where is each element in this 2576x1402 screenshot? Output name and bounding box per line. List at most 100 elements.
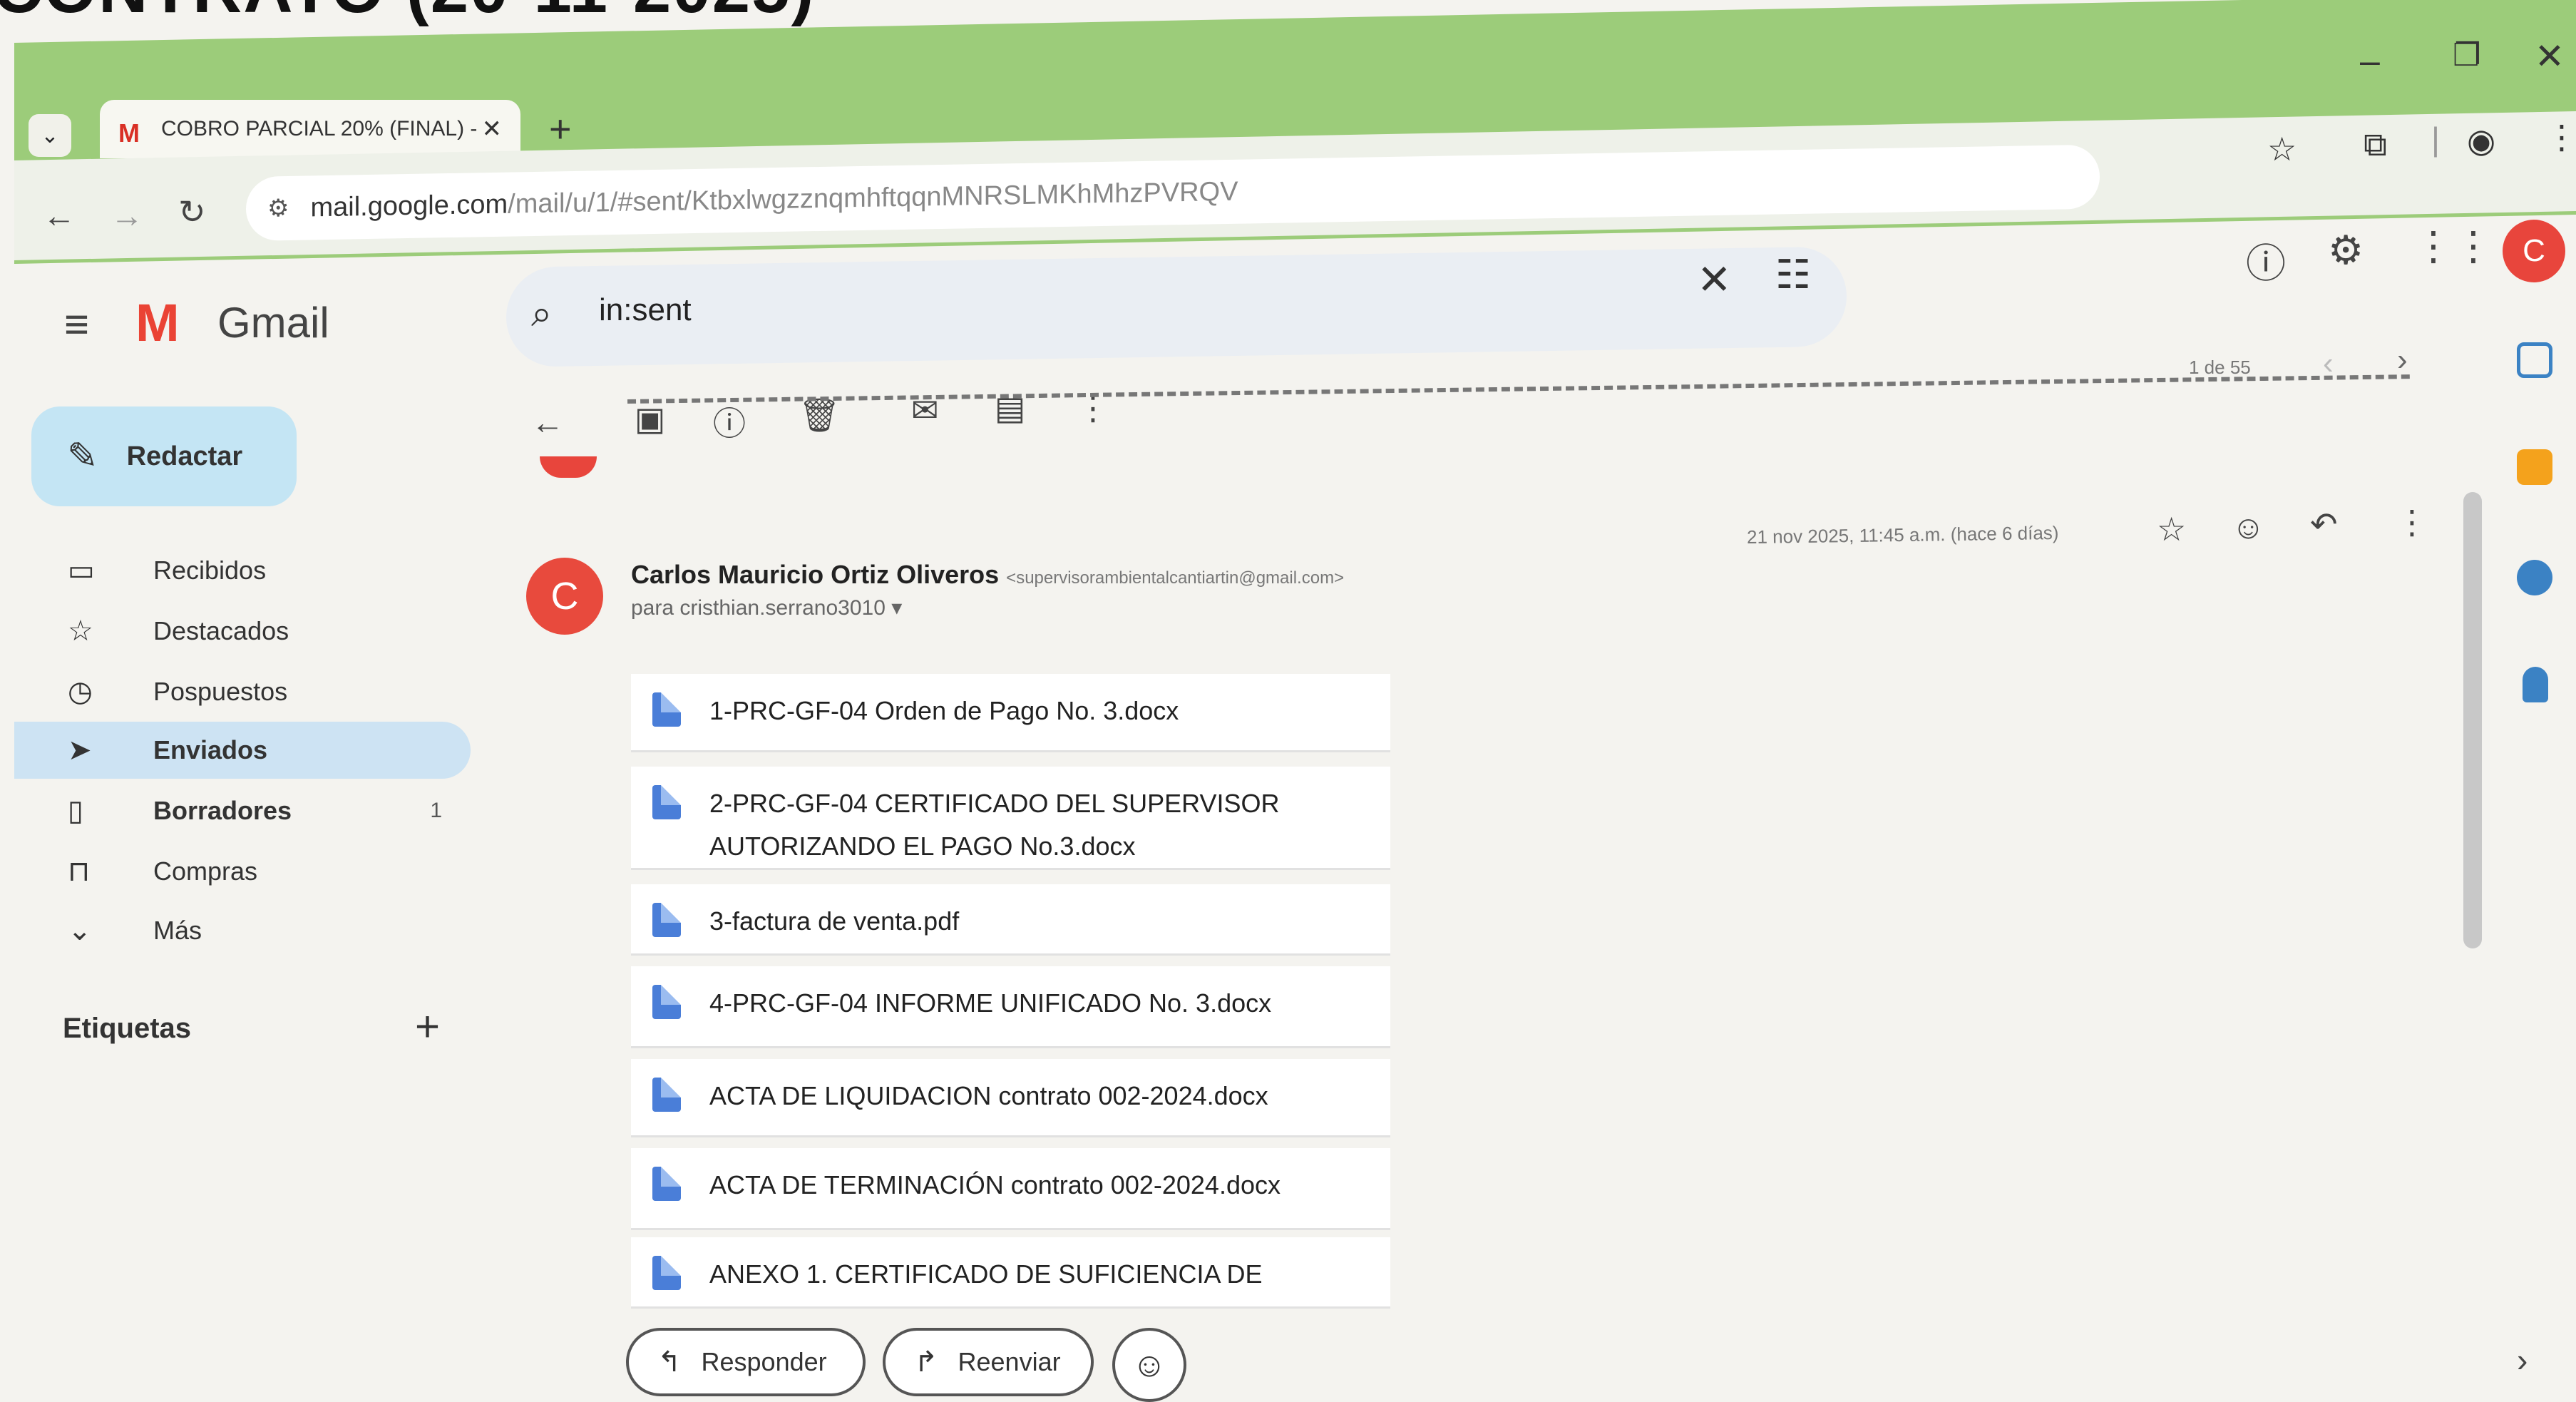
search-input[interactable]: in:sent — [599, 292, 692, 328]
forward-icon: ↱ — [914, 1346, 938, 1378]
close-window-button[interactable]: ✕ — [2535, 36, 2565, 77]
reply-icon[interactable]: ↶ — [2310, 505, 2338, 543]
search-bar[interactable] — [506, 246, 1847, 367]
expand-panel-icon[interactable]: › — [2517, 1341, 2528, 1379]
keep-icon[interactable] — [2517, 449, 2552, 485]
attachment-item[interactable]: ACTA DE TERMINACIÓN contrato 002-2024.do… — [631, 1148, 1390, 1230]
document-icon — [652, 903, 681, 937]
collapsed-avatar — [540, 456, 597, 478]
contacts-icon[interactable] — [2523, 667, 2548, 702]
close-tab-icon[interactable]: ✕ — [482, 115, 503, 143]
attachment-name: 4-PRC-GF-04 INFORME UNIFICADO No. 3.docx — [709, 988, 1272, 1018]
attachment-name: 1-PRC-GF-04 Orden de Pago No. 3.docx — [709, 696, 1179, 725]
recipient-line[interactable]: para cristhian.serrano3010 ▾ — [631, 595, 902, 620]
attachment-item[interactable]: 4-PRC-GF-04 INFORME UNIFICADO No. 3.docx — [631, 966, 1390, 1048]
attachment-name: ACTA DE TERMINACIÓN contrato 002-2024.do… — [709, 1170, 1281, 1199]
star-icon[interactable]: ☆ — [2157, 510, 2186, 548]
report-spam-icon[interactable]: ⓘ — [713, 398, 746, 445]
collapsed-message-preview[interactable] — [627, 374, 2410, 404]
forward-button[interactable]: ↱ Reenviar — [883, 1328, 1094, 1396]
sidebar-item-label: Destacados — [153, 616, 289, 645]
document-icon — [652, 1078, 681, 1112]
attachment-item[interactable]: ACTA DE LIQUIDACION contrato 002-2024.do… — [631, 1059, 1390, 1137]
forward-icon[interactable]: → — [111, 196, 143, 235]
apps-grid-icon[interactable]: ⋮⋮ — [2413, 222, 2493, 270]
sidebar-item-5[interactable]: ▯ Borradores 1 — [14, 782, 471, 839]
clear-search-icon[interactable]: ✕ — [1697, 255, 1732, 304]
emoji-react-icon[interactable]: ☺ — [2232, 508, 2265, 546]
browser-menu-icon[interactable]: ⋮ — [2545, 118, 2576, 156]
pager-count: 1 de 55 — [2189, 357, 2251, 378]
restore-button[interactable]: ❐ — [2453, 37, 2480, 73]
main-menu-icon[interactable]: ≡ — [64, 300, 89, 349]
attachment-item[interactable]: 2-PRC-GF-04 CERTIFICADO DEL SUPERVISOR A… — [631, 767, 1390, 870]
minimize-button[interactable]: – — [2360, 40, 2380, 81]
message-date: 21 nov 2025, 11:45 a.m. (hace 6 días) — [1746, 521, 2059, 548]
url-text: mail.google.com/mail/u/1/#sent/Ktbxlwgzz… — [310, 176, 1238, 222]
toolbar-divider: | — [2431, 121, 2440, 158]
message-more-icon[interactable]: ⋮ — [2396, 503, 2428, 541]
search-icon[interactable]: ⌕ — [531, 292, 552, 336]
profile-icon[interactable]: ◉ — [2467, 121, 2495, 160]
site-info-icon[interactable]: ⚙ — [267, 194, 289, 223]
recipient-dropdown-icon: ▾ — [891, 596, 903, 620]
sidebar-item-label: Enviados — [153, 735, 268, 764]
help-icon[interactable]: ⓘ — [2246, 232, 2286, 290]
star-icon: ☆ — [68, 615, 93, 647]
delete-icon[interactable]: 🗑 — [799, 396, 840, 435]
chevron-down-icon: ⌄ — [41, 123, 59, 148]
document-icon — [652, 1256, 681, 1290]
draft-icon: ▯ — [68, 795, 84, 827]
gmail-brand[interactable]: Gmail — [217, 298, 329, 347]
new-tab-button[interactable]: + — [549, 107, 572, 151]
calendar-icon[interactable] — [2517, 342, 2552, 378]
sidebar-item-1[interactable]: ▭ Recibidos — [14, 542, 471, 599]
unread-count: 1 — [430, 799, 442, 822]
scrollbar[interactable] — [2463, 492, 2482, 948]
tasks-icon[interactable] — [2517, 560, 2552, 595]
sidebar-item-3[interactable]: ◷ Pospuestos — [14, 663, 471, 720]
attachment-item[interactable]: 3-factura de venta.pdf — [631, 884, 1390, 956]
compose-button[interactable]: ✎ Redactar — [31, 406, 297, 506]
attachment-name: 3-factura de venta.pdf — [709, 906, 960, 936]
reply-icon: ↰ — [657, 1346, 682, 1378]
sidebar-item-2[interactable]: ☆ Destacados — [14, 603, 471, 660]
send-icon: ➤ — [68, 735, 92, 766]
sidebar-item-4[interactable]: ➤ Enviados — [14, 722, 471, 779]
document-icon — [652, 692, 681, 727]
browser-tab[interactable]: M COBRO PARCIAL 20% (FINAL) - ✕ — [100, 100, 520, 158]
back-icon[interactable]: ← — [43, 196, 76, 235]
search-options-icon[interactable]: ☷ — [1775, 251, 1811, 298]
gmail-logo-icon: M — [135, 293, 180, 352]
sidebar-item-label: Compras — [153, 856, 258, 886]
sender-name[interactable]: Carlos Mauricio Ortiz Oliveros <supervis… — [631, 560, 1344, 590]
attachment-name: ANEXO 1. CERTIFICADO DE SUFICIENCIA DE — [709, 1259, 1263, 1289]
next-page-icon[interactable]: › — [2397, 342, 2408, 378]
emoji-icon: ☺ — [1132, 1346, 1167, 1384]
clock-icon: ◷ — [68, 676, 93, 707]
back-to-list-icon[interactable]: ← — [531, 403, 564, 441]
gmail-favicon-icon: M — [118, 118, 140, 148]
sidebar-item-7[interactable]: ⌄ Más — [14, 902, 471, 959]
reply-button[interactable]: ↰ Responder — [626, 1328, 866, 1396]
attachment-name: ACTA DE LIQUIDACION contrato 002-2024.do… — [709, 1081, 1268, 1110]
attachment-item[interactable]: 1-PRC-GF-04 Orden de Pago No. 3.docx — [631, 674, 1390, 752]
bookmark-star-icon[interactable]: ☆ — [2267, 130, 2297, 168]
archive-icon[interactable]: ▣ — [635, 399, 665, 438]
sender-avatar: C — [526, 558, 603, 635]
settings-gear-icon[interactable]: ⚙ — [2328, 227, 2364, 274]
attachment-name: 2-PRC-GF-04 CERTIFICADO DEL SUPERVISOR A… — [709, 789, 1280, 861]
chevron-down-icon: ⌄ — [68, 915, 92, 946]
tab-search-button[interactable]: ⌄ — [29, 114, 71, 157]
document-icon — [652, 1167, 681, 1201]
pencil-icon: ✎ — [67, 436, 98, 477]
sidebar-item-6[interactable]: ⊓ Compras — [14, 843, 471, 900]
account-avatar[interactable]: C — [2503, 220, 2565, 282]
reload-icon[interactable]: ↻ — [178, 193, 206, 231]
attachment-item[interactable]: ANEXO 1. CERTIFICADO DE SUFICIENCIA DE — [631, 1237, 1390, 1309]
sidebar-item-label: Más — [153, 916, 202, 945]
extensions-icon[interactable]: ⧉ — [2364, 125, 2387, 165]
page-heading: CONTRATO (20-11-2025) — [0, 0, 815, 29]
emoji-button[interactable]: ☺ — [1112, 1328, 1186, 1402]
add-label-button[interactable]: + — [415, 1002, 440, 1051]
